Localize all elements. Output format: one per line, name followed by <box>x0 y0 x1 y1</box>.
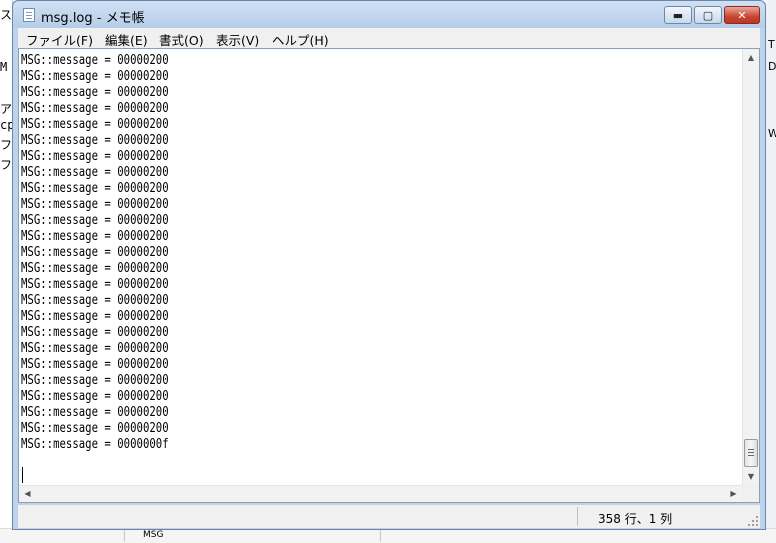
divider <box>380 528 381 542</box>
background-text: フ <box>0 138 13 152</box>
notepad-window: msg.log - メモ帳 ▬ ▢ ✕ ファイル(F) 編集(E) 書式(O) … <box>12 0 766 530</box>
log-line: MSG::message = 00000200 <box>21 341 169 356</box>
background-text: M <box>0 60 8 74</box>
editor-content[interactable]: MSG::message = 00000200 MSG::message = 00… <box>21 53 741 473</box>
log-line: MSG::message = 00000200 <box>21 149 169 164</box>
vertical-scroll-thumb[interactable] <box>744 439 758 467</box>
resize-grip[interactable] <box>748 516 758 526</box>
minimize-button[interactable]: ▬ <box>664 6 692 24</box>
text-caret <box>22 467 23 483</box>
log-line: MSG::message = 00000200 <box>21 277 169 292</box>
log-line: MSG::message = 00000200 <box>21 117 169 132</box>
window-title: msg.log - メモ帳 <box>41 11 145 26</box>
log-line: MSG::message = 00000200 <box>21 69 169 84</box>
menu-format[interactable]: 書式(O) <box>159 30 204 49</box>
log-line: MSG::message = 00000200 <box>21 373 169 388</box>
scroll-up-button[interactable]: ▲ <box>743 49 759 66</box>
log-line: MSG::message = 00000200 <box>21 229 169 244</box>
scroll-right-button[interactable]: ▶ <box>725 486 742 502</box>
log-line: MSG::message = 00000200 <box>21 165 169 180</box>
background-text: ア <box>0 102 13 116</box>
menu-view[interactable]: 表示(V) <box>216 30 259 49</box>
log-line: MSG::message = 00000200 <box>21 325 169 340</box>
menu-file[interactable]: ファイル(F) <box>26 30 93 49</box>
background-text: フ <box>0 158 13 172</box>
log-line: MSG::message = 00000200 <box>21 245 169 260</box>
notepad-icon[interactable] <box>23 8 35 22</box>
log-line: MSG::message = 0000000f <box>21 437 169 452</box>
log-line: MSG::message = 00000200 <box>21 389 169 404</box>
log-line: MSG::message = 00000200 <box>21 293 169 308</box>
scrollbar-corner <box>742 485 759 502</box>
log-line: MSG::message = 00000200 <box>21 181 169 196</box>
horizontal-scrollbar[interactable]: ◀ ▶ <box>19 485 742 502</box>
menu-edit[interactable]: 編集(E) <box>105 30 148 49</box>
background-label: MSG <box>143 530 164 540</box>
scroll-left-button[interactable]: ◀ <box>19 486 36 502</box>
log-line: MSG::message = 00000200 <box>21 309 169 324</box>
background-text: T <box>768 38 775 51</box>
background-window-bottom <box>0 528 776 543</box>
log-line: MSG::message = 00000200 <box>21 421 169 436</box>
menu-help[interactable]: ヘルプ(H) <box>272 30 329 49</box>
menu-bar: ファイル(F) 編集(E) 書式(O) 表示(V) ヘルプ(H) <box>18 28 760 48</box>
background-text: W <box>768 127 776 140</box>
log-line: MSG::message = 00000200 <box>21 405 169 420</box>
divider <box>124 528 125 542</box>
close-button[interactable]: ✕ <box>724 6 760 24</box>
vertical-scrollbar[interactable]: ▲ ▼ <box>742 49 759 485</box>
log-line: MSG::message = 00000200 <box>21 101 169 116</box>
minimize-icon: ▬ <box>672 8 684 22</box>
log-line: MSG::message = 00000200 <box>21 53 169 68</box>
status-divider <box>577 507 578 526</box>
title-bar[interactable]: msg.log - メモ帳 ▬ ▢ ✕ <box>13 1 765 28</box>
background-text: D <box>768 60 776 73</box>
status-bar: 358 行、1 列 <box>18 504 760 528</box>
cursor-position: 358 行、1 列 <box>598 512 673 526</box>
log-line: MSG::message = 00000200 <box>21 261 169 276</box>
maximize-icon: ▢ <box>702 8 714 22</box>
log-line: MSG::message = 00000200 <box>21 85 169 100</box>
log-line: MSG::message = 00000200 <box>21 357 169 372</box>
background-text: ス <box>0 8 13 22</box>
text-editor[interactable]: MSG::message = 00000200 MSG::message = 00… <box>18 48 760 503</box>
log-line: MSG::message = 00000200 <box>21 213 169 228</box>
log-line: MSG::message = 00000200 <box>21 133 169 148</box>
log-line: MSG::message = 00000200 <box>21 197 169 212</box>
background-window-right <box>766 0 776 542</box>
close-icon: ✕ <box>737 8 747 22</box>
scroll-down-button[interactable]: ▼ <box>743 468 759 485</box>
maximize-button[interactable]: ▢ <box>694 6 722 24</box>
